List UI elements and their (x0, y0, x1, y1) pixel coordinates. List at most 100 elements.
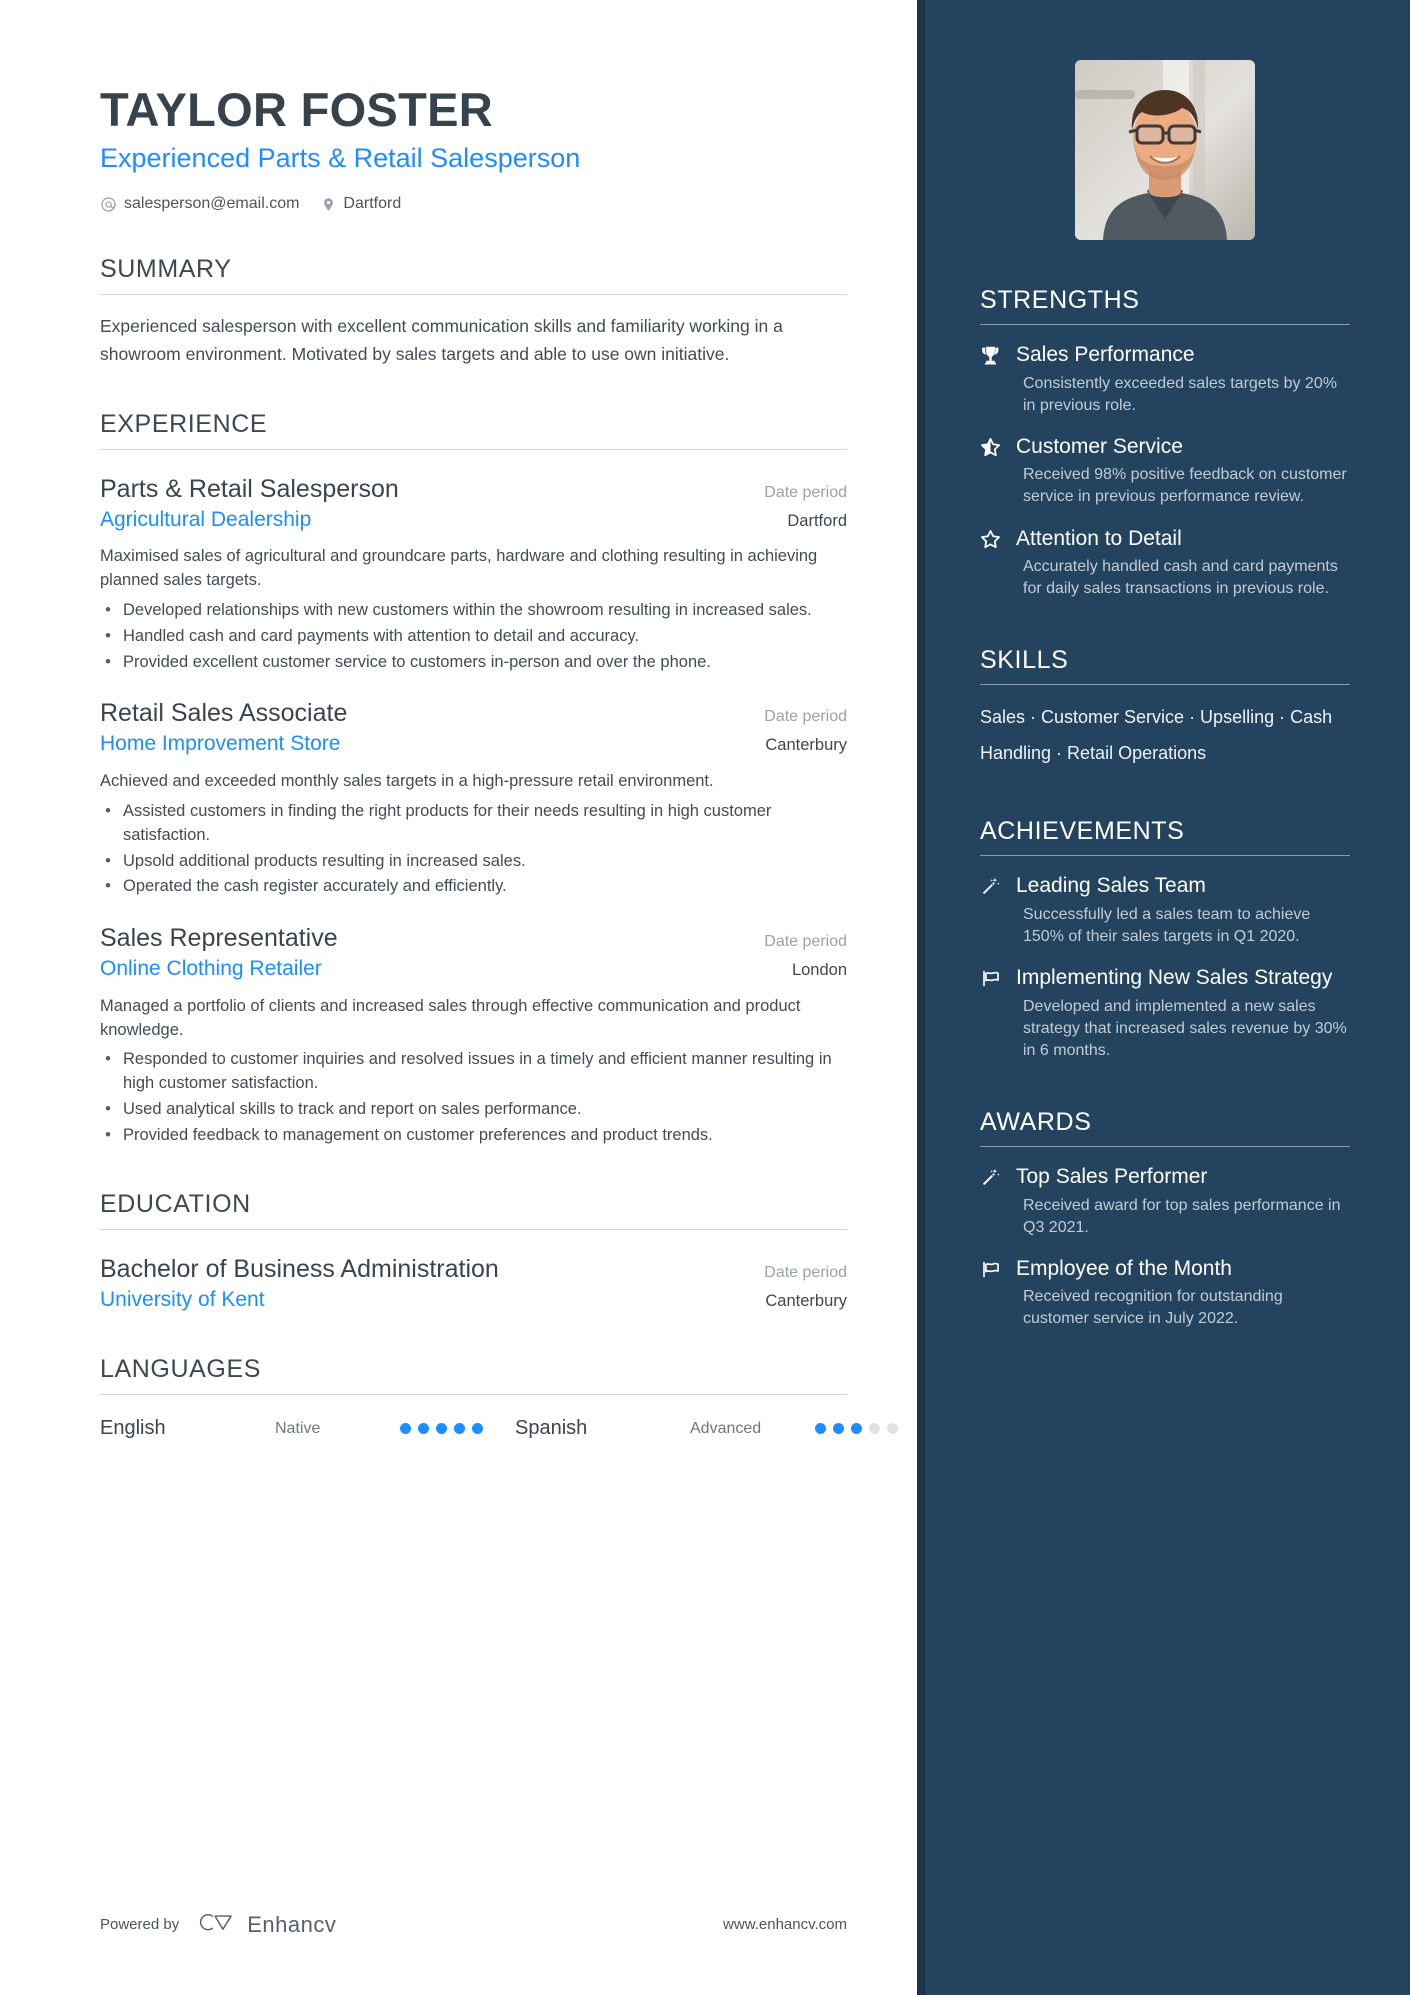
language-level: Advanced (690, 1419, 762, 1437)
award-desc: Received recognition for outstanding cus… (1023, 1288, 1283, 1328)
languages-heading: LANGUAGES (100, 1355, 262, 1384)
language-item: English Native (100, 1417, 483, 1440)
company-name[interactable]: Home Improvement Store (100, 731, 340, 757)
brand-name: Enhancv (247, 1911, 337, 1937)
company-name[interactable]: Agricultural Dealership (100, 507, 311, 533)
summary-heading: SUMMARY (100, 255, 232, 284)
achievement-title: Leading Sales Team (1016, 874, 1206, 898)
location-text: Dartford (343, 195, 402, 213)
strength-title: Sales Performance (1016, 343, 1195, 366)
rating-dot (400, 1423, 411, 1435)
rating-dot (815, 1423, 826, 1435)
half-star-icon (980, 434, 1004, 458)
achievements-section: ACHIEVEMENTS Leading Sales Team Successf… (980, 817, 1350, 1062)
rating-dot (851, 1423, 862, 1435)
divider (100, 1229, 847, 1231)
language-name: Spanish (515, 1417, 588, 1440)
list-item: Developed relationships with new custome… (100, 598, 847, 623)
award-title: Top Sales Performer (1016, 1164, 1208, 1188)
company-name[interactable]: Online Clothing Retailer (100, 956, 322, 982)
trophy-icon (980, 342, 1004, 366)
powered-by-label: Powered by (100, 1916, 180, 1933)
school-name[interactable]: University of Kent (100, 1287, 265, 1313)
skills-list: Sales · Customer Service · Upselling · C… (980, 707, 1333, 764)
footer: Powered by Enhancv www.enhancv.com (100, 1909, 847, 1940)
award-title: Employee of the Month (1016, 1256, 1232, 1280)
education-date: Date period (764, 1264, 847, 1282)
page-title: TAYLOR FOSTER (100, 83, 493, 136)
flag-icon (980, 1256, 1004, 1280)
entry-header: Sales Representative Date period (100, 923, 847, 953)
summary-section: SUMMARY Experienced salesperson with exc… (100, 255, 847, 367)
strength-item: Customer Service Received 98% positive f… (980, 434, 1350, 509)
strength-item: Attention to Detail Accurately handled c… (980, 526, 1350, 601)
strengths-section: STRENGTHS Sales Performance Consistently… (980, 286, 1350, 600)
rating-dot (887, 1423, 898, 1435)
resume-page: TAYLOR FOSTER Experienced Parts & Retail… (0, 0, 1410, 1995)
experience-heading: EXPERIENCE (100, 409, 268, 438)
job-bullets: Developed relationships with new custome… (100, 598, 847, 675)
education-heading: EDUCATION (100, 1190, 251, 1219)
summary-text: Experienced salesperson with excellent c… (100, 316, 783, 364)
rating-dot (436, 1423, 447, 1435)
languages-row: English Native Spanish Advanced (100, 1417, 898, 1440)
job-title: Sales Representative (100, 924, 338, 953)
award-item: Employee of the Month Received recogniti… (980, 1256, 1350, 1331)
website-url[interactable]: www.enhancv.com (723, 1916, 847, 1933)
job-description: Achieved and exceeded monthly sales targ… (100, 771, 714, 790)
strength-desc: Received 98% positive feedback on custom… (1023, 466, 1347, 506)
star-outline-icon (980, 526, 1004, 550)
avatar-wrap (980, 60, 1350, 240)
awards-section: AWARDS Top Sales Performer Received awar… (980, 1108, 1350, 1331)
experience-entry: Sales Representative Date period Online … (100, 923, 847, 1148)
achievements-heading: ACHIEVEMENTS (980, 817, 1185, 846)
skills-section: SKILLS Sales · Customer Service · Upsell… (980, 646, 1350, 771)
strength-item: Sales Performance Consistently exceeded … (980, 342, 1350, 417)
job-date: Date period (764, 483, 847, 501)
at-icon (100, 196, 117, 213)
job-date: Date period (764, 708, 847, 726)
brand-block: Enhancv (195, 1909, 336, 1940)
achievement-desc: Successfully led a sales team to achieve… (1023, 905, 1311, 945)
award-desc: Received award for top sales performance… (1023, 1196, 1341, 1236)
avatar (1075, 60, 1255, 240)
headline: Experienced Parts & Retail Salesperson (100, 142, 581, 173)
entry-header: Parts & Retail Salesperson Date period (100, 474, 847, 504)
divider (100, 294, 847, 296)
rating-dot (869, 1423, 880, 1435)
entry-header: Retail Sales Associate Date period (100, 698, 847, 728)
language-name: English (100, 1417, 166, 1440)
education-location: Canterbury (765, 1292, 847, 1311)
header-block: TAYLOR FOSTER Experienced Parts & Retail… (100, 83, 847, 213)
magic-wand-icon (980, 1164, 1004, 1188)
list-item: Operated the cash register accurately an… (100, 874, 847, 899)
achievement-title: Implementing New Sales Strategy (1016, 966, 1333, 990)
enhancv-logo-icon (195, 1909, 237, 1940)
rating-dot (472, 1423, 483, 1435)
achievement-item: Implementing New Sales Strategy Develope… (980, 965, 1350, 1062)
experience-entry: Retail Sales Associate Date period Home … (100, 698, 847, 899)
strength-title: Customer Service (1016, 434, 1183, 458)
job-bullets: Responded to customer inquiries and reso… (100, 1047, 847, 1148)
job-location: Canterbury (765, 736, 847, 755)
rating-dot (418, 1423, 429, 1435)
degree-title: Bachelor of Business Administration (100, 1255, 499, 1284)
main-column: TAYLOR FOSTER Experienced Parts & Retail… (0, 0, 925, 1995)
list-item: Provided excellent customer service to c… (100, 650, 847, 675)
education-entry: Bachelor of Business Administration Date… (100, 1254, 847, 1313)
skills-heading: SKILLS (980, 646, 1069, 675)
job-description: Maximised sales of agricultural and grou… (100, 546, 818, 589)
rating-dot (454, 1423, 465, 1435)
divider (100, 1394, 847, 1396)
experience-entry: Parts & Retail Salesperson Date period A… (100, 474, 847, 675)
divider (980, 855, 1350, 857)
list-item: Upsold additional products resulting in … (100, 849, 847, 874)
list-item: Assisted customers in finding the right … (100, 799, 847, 848)
email-contact[interactable]: salesperson@email.com (100, 195, 299, 213)
language-rating-dots (815, 1423, 898, 1435)
language-item: Spanish Advanced (515, 1417, 898, 1440)
list-item: Responded to customer inquiries and reso… (100, 1047, 847, 1096)
magic-wand-icon (980, 873, 1004, 897)
sidebar: STRENGTHS Sales Performance Consistently… (917, 0, 1410, 1995)
award-item: Top Sales Performer Received award for t… (980, 1164, 1350, 1239)
